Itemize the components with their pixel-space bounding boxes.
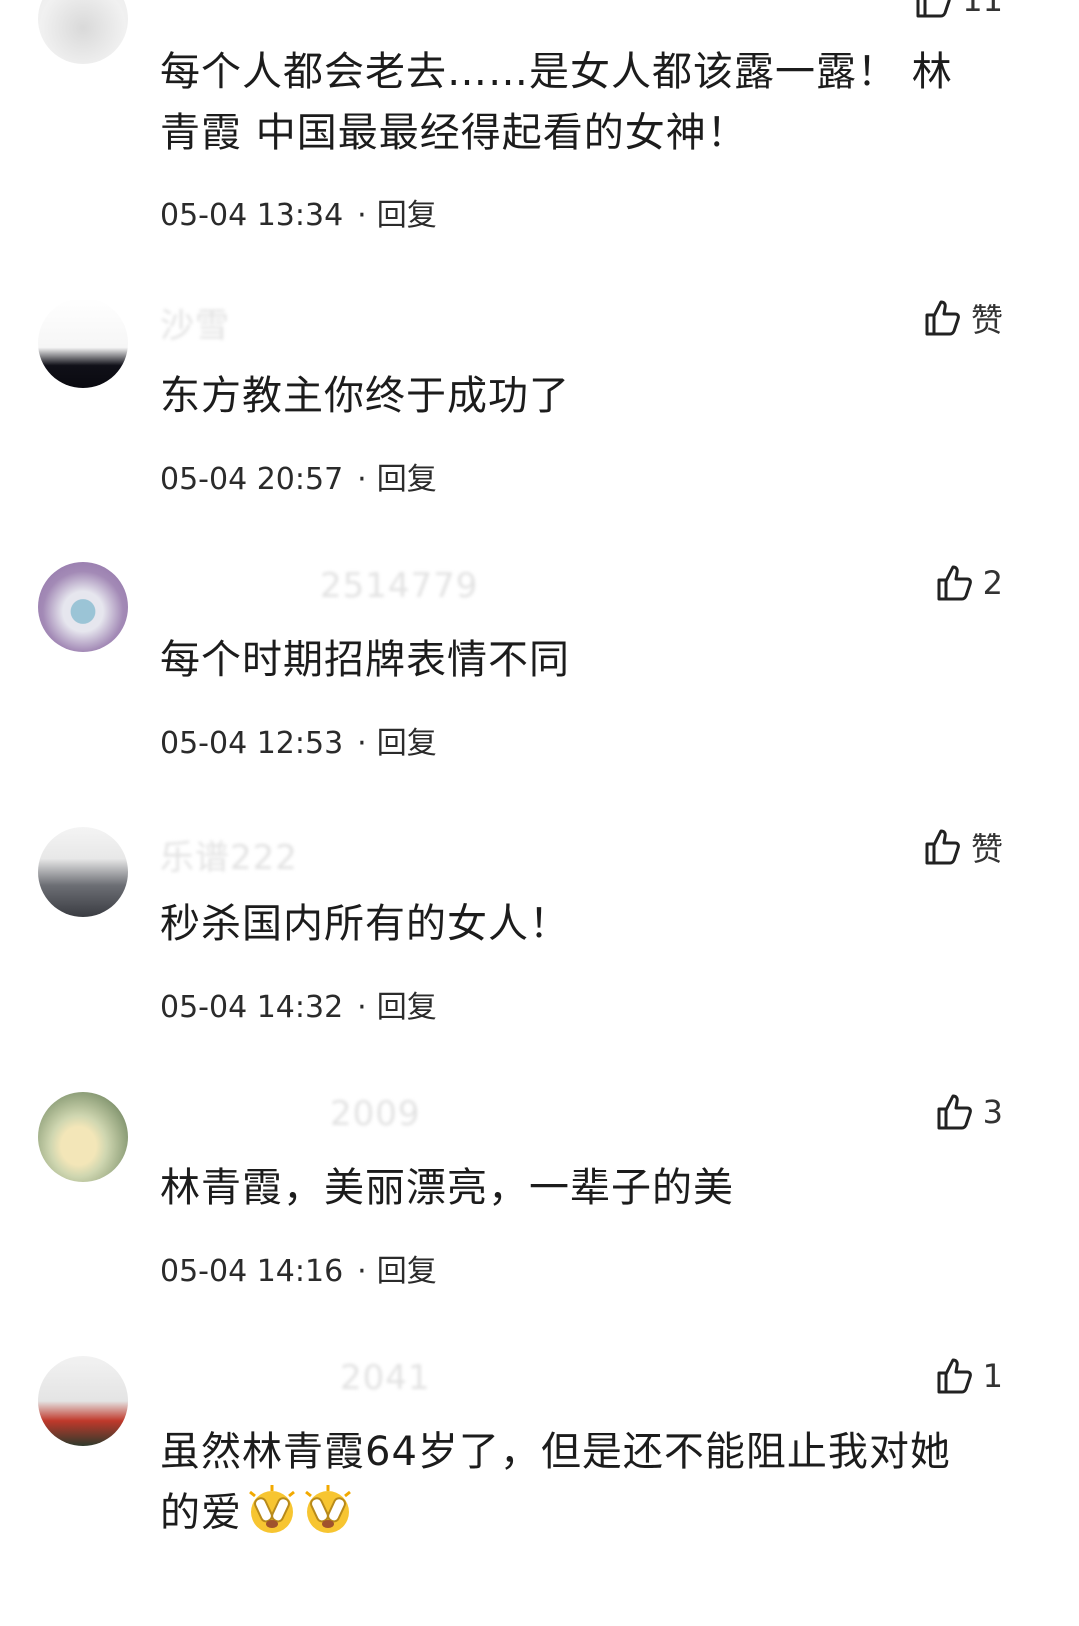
comment-meta: 05-04 14:16 · 回复 <box>160 1246 437 1290</box>
celebrating-emoji-icon <box>302 1484 354 1536</box>
separator: · <box>357 1254 367 1289</box>
celebrating-emoji-icon <box>246 1484 298 1536</box>
comment-text: 每个时期招牌表情不同 <box>160 637 570 683</box>
comment-meta: 05-04 14:32 · 回复 <box>160 982 437 1026</box>
comment-time: 05-04 14:16 <box>160 1254 344 1289</box>
comment-text: 每个人都会老去……是女人都该露一露！ 林青霞 中国最最经得起看的女神！ <box>160 49 953 156</box>
comment-text: 虽然林青霞64岁了，但是还不能阻止我对她的爱 <box>160 1422 990 1544</box>
avatar[interactable] <box>38 1092 128 1182</box>
avatar[interactable] <box>38 1356 128 1446</box>
comment-meta: 05-04 20:57 · 回复 <box>160 454 437 498</box>
like-button[interactable]: 赞 <box>923 825 1003 869</box>
username[interactable]: 2514779 <box>320 566 478 606</box>
like-count: 3 <box>982 1093 1003 1131</box>
username[interactable]: 2041 <box>340 1358 431 1398</box>
thumbs-up-icon <box>937 1094 972 1130</box>
comment-time: 05-04 13:34 <box>160 198 344 233</box>
like-label: 赞 <box>970 830 1003 868</box>
like-button[interactable]: 11 <box>914 0 1003 22</box>
avatar[interactable] <box>38 562 128 652</box>
thumbs-up-icon <box>937 1358 972 1394</box>
comment-time: 05-04 20:57 <box>160 462 344 497</box>
thumbs-up-icon <box>916 0 952 18</box>
comment-time: 05-04 14:32 <box>160 990 344 1025</box>
comment-time: 05-04 12:53 <box>160 726 344 761</box>
username[interactable]: 乐谱222 <box>160 830 298 879</box>
separator: · <box>357 990 367 1025</box>
reply-button[interactable]: 回复 <box>377 726 437 761</box>
avatar[interactable] <box>38 0 128 64</box>
reply-button[interactable]: 回复 <box>377 990 437 1025</box>
like-count: 1 <box>982 1357 1003 1395</box>
comment-text: 秒杀国内所有的女人！ <box>160 901 570 947</box>
reply-button[interactable]: 回复 <box>377 462 437 497</box>
username[interactable]: 沙雪 <box>160 298 230 347</box>
comment-text: 东方教主你终于成功了 <box>160 373 570 419</box>
avatar[interactable] <box>38 298 128 388</box>
comment-meta: 05-04 13:34 · 回复 <box>160 190 437 234</box>
username[interactable]: 2009 <box>330 1094 421 1134</box>
comment-meta: 05-04 12:53 · 回复 <box>160 718 437 762</box>
separator: · <box>357 462 367 497</box>
like-button[interactable]: 1 <box>935 1354 1003 1398</box>
reply-button[interactable]: 回复 <box>377 198 437 233</box>
avatar[interactable] <box>38 827 128 917</box>
comment-text: 林青霞，美丽漂亮，一辈子的美 <box>160 1165 734 1211</box>
like-count: 11 <box>962 0 1003 19</box>
like-button[interactable]: 赞 <box>923 296 1003 340</box>
thumbs-up-icon <box>925 300 960 336</box>
like-label: 赞 <box>970 301 1003 339</box>
reply-button[interactable]: 回复 <box>377 1254 437 1289</box>
thumbs-up-icon <box>925 829 960 865</box>
like-button[interactable]: 2 <box>935 561 1003 605</box>
separator: · <box>357 726 367 761</box>
thumbs-up-icon <box>937 565 972 601</box>
separator: · <box>357 198 367 233</box>
like-count: 2 <box>982 564 1003 602</box>
like-button[interactable]: 3 <box>935 1090 1003 1134</box>
